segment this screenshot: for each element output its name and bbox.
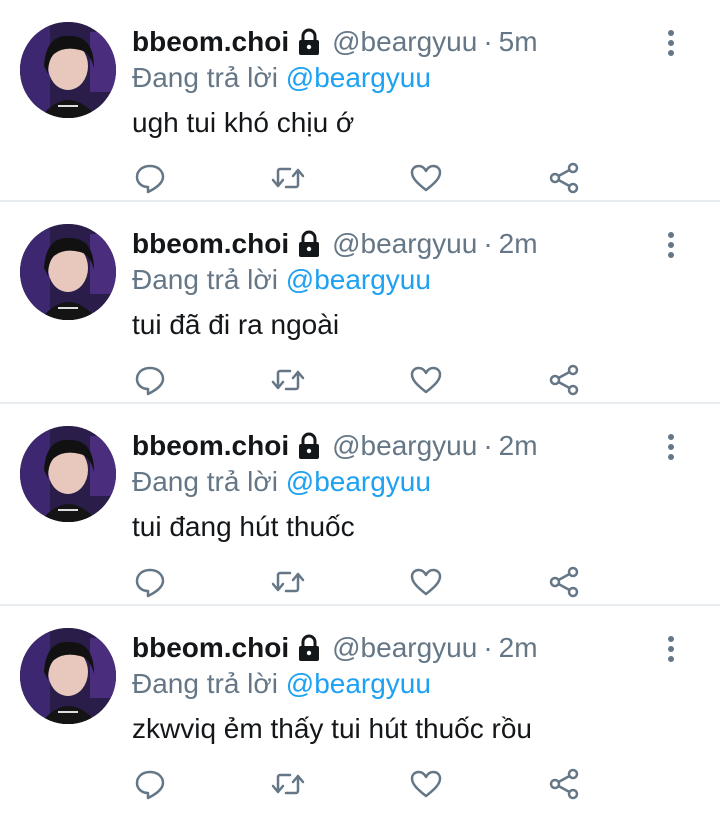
like-button[interactable] xyxy=(408,360,444,400)
reply-to-link[interactable]: @beargyuu xyxy=(286,668,431,699)
handle[interactable]: @beargyuu xyxy=(332,428,477,464)
lock-icon xyxy=(296,431,322,461)
reply-prefix: Đang trả lời xyxy=(132,466,278,497)
more-vertical-icon[interactable] xyxy=(664,230,678,260)
like-button[interactable] xyxy=(408,764,444,804)
share-button[interactable] xyxy=(546,360,582,400)
timestamp[interactable]: 2m xyxy=(499,630,538,666)
display-name[interactable]: bbeom.choi xyxy=(132,226,289,262)
retweet-button[interactable] xyxy=(270,562,306,602)
like-button[interactable] xyxy=(408,562,444,602)
avatar[interactable] xyxy=(20,22,116,118)
tweet-text: tui đang hút thuốc xyxy=(132,511,355,542)
tweet-header: bbeom.choi @beargyuu · 2m xyxy=(132,428,538,464)
reply-context: Đang trả lời @beargyuu xyxy=(132,262,431,298)
lock-icon xyxy=(296,27,322,57)
tweet[interactable]: bbeom.choi @beargyuu · 2m Đang trả lời @… xyxy=(0,404,720,606)
separator-dot: · xyxy=(483,430,493,461)
heart-icon xyxy=(410,568,442,596)
retweet-icon xyxy=(271,571,305,593)
reply-icon xyxy=(135,366,165,396)
reply-prefix: Đang trả lời xyxy=(132,62,278,93)
heart-icon xyxy=(410,164,442,192)
retweet-icon xyxy=(271,167,305,189)
more-vertical-icon[interactable] xyxy=(664,634,678,664)
like-button[interactable] xyxy=(408,158,444,198)
reply-button[interactable] xyxy=(132,158,168,198)
reply-prefix: Đang trả lời xyxy=(132,668,278,699)
handle[interactable]: @beargyuu xyxy=(332,24,477,60)
tweet-actions xyxy=(132,158,592,198)
avatar-image xyxy=(20,22,116,118)
tweet[interactable]: bbeom.choi @beargyuu · 2m Đang trả lời @… xyxy=(0,202,720,404)
lock-icon xyxy=(296,633,322,663)
tweet-actions xyxy=(132,360,592,400)
share-button[interactable] xyxy=(546,562,582,602)
reply-button[interactable] xyxy=(132,360,168,400)
tweet-text: ugh tui khó chịu ớ xyxy=(132,107,355,138)
lock-icon xyxy=(296,229,322,259)
handle[interactable]: @beargyuu xyxy=(332,226,477,262)
retweet-button[interactable] xyxy=(270,764,306,804)
heart-icon xyxy=(410,770,442,798)
share-icon xyxy=(549,162,579,194)
share-icon xyxy=(549,768,579,800)
reply-button[interactable] xyxy=(132,562,168,602)
timestamp[interactable]: 2m xyxy=(499,226,538,262)
reply-to-link[interactable]: @beargyuu xyxy=(286,466,431,497)
retweet-icon xyxy=(271,369,305,391)
avatar-image xyxy=(20,628,116,724)
tweet-actions xyxy=(132,764,592,804)
separator-dot: · xyxy=(483,632,493,663)
tweet[interactable]: bbeom.choi @beargyuu · 5m Đang trả lời @… xyxy=(0,0,720,202)
display-name[interactable]: bbeom.choi xyxy=(132,428,289,464)
more-vertical-icon[interactable] xyxy=(664,28,678,58)
separator-dot: · xyxy=(483,26,493,57)
tweet-header: bbeom.choi @beargyuu · 2m xyxy=(132,226,538,262)
avatar-image xyxy=(20,426,116,522)
avatar-image xyxy=(20,224,116,320)
reply-to-link[interactable]: @beargyuu xyxy=(286,264,431,295)
heart-icon xyxy=(410,366,442,394)
reply-icon xyxy=(135,770,165,800)
more-vertical-icon[interactable] xyxy=(664,432,678,462)
handle[interactable]: @beargyuu xyxy=(332,630,477,666)
avatar[interactable] xyxy=(20,628,116,724)
reply-to-link[interactable]: @beargyuu xyxy=(286,62,431,93)
display-name[interactable]: bbeom.choi xyxy=(132,630,289,666)
avatar[interactable] xyxy=(20,224,116,320)
reply-context: Đang trả lời @beargyuu xyxy=(132,464,431,500)
retweet-button[interactable] xyxy=(270,158,306,198)
avatar[interactable] xyxy=(20,426,116,522)
tweet-text: zkwviq ẻm thấy tui hút thuốc rồu xyxy=(132,713,532,744)
tweet-actions xyxy=(132,562,592,602)
share-icon xyxy=(549,566,579,598)
reply-context: Đang trả lời @beargyuu xyxy=(132,666,431,702)
reply-icon xyxy=(135,164,165,194)
reply-button[interactable] xyxy=(132,764,168,804)
retweet-icon xyxy=(271,773,305,795)
share-button[interactable] xyxy=(546,158,582,198)
reply-context: Đang trả lời @beargyuu xyxy=(132,60,431,96)
share-button[interactable] xyxy=(546,764,582,804)
tweet-header: bbeom.choi @beargyuu · 5m xyxy=(132,24,538,60)
tweet-text: tui đã đi ra ngoài xyxy=(132,309,340,340)
separator-dot: · xyxy=(483,228,493,259)
reply-prefix: Đang trả lời xyxy=(132,264,278,295)
share-icon xyxy=(549,364,579,396)
reply-icon xyxy=(135,568,165,598)
tweet[interactable]: bbeom.choi @beargyuu · 2m Đang trả lời @… xyxy=(0,606,720,808)
display-name[interactable]: bbeom.choi xyxy=(132,24,289,60)
timestamp[interactable]: 5m xyxy=(499,24,538,60)
tweet-feed: bbeom.choi @beargyuu · 5m Đang trả lời @… xyxy=(0,0,720,808)
retweet-button[interactable] xyxy=(270,360,306,400)
timestamp[interactable]: 2m xyxy=(499,428,538,464)
tweet-header: bbeom.choi @beargyuu · 2m xyxy=(132,630,538,666)
